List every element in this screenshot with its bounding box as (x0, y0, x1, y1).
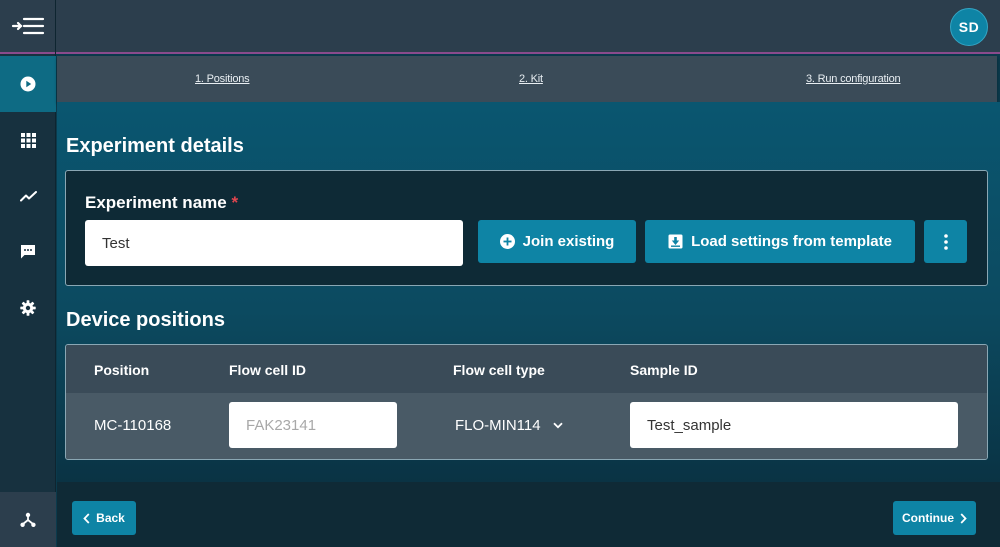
join-existing-label: Join existing (522, 233, 615, 250)
sidebar-item-messages[interactable] (0, 224, 56, 280)
sidebar-item-sequencing-overview[interactable] (0, 112, 56, 168)
step-kit-link[interactable]: 2. Kit (519, 73, 543, 85)
device-positions-heading: Device positions (66, 309, 225, 331)
more-options-button[interactable] (924, 220, 967, 263)
step-run-configuration-link[interactable]: 3. Run configuration (806, 73, 901, 85)
continue-label: Continue (902, 511, 954, 525)
step-positions-link[interactable]: 1. Positions (195, 73, 250, 85)
experiment-name-input[interactable]: Test (85, 220, 463, 266)
back-button[interactable]: Back (72, 501, 136, 535)
menu-expand-icon (11, 17, 44, 35)
experiment-details-card: Experiment name * Test Join existing Loa… (65, 170, 988, 286)
plus-circle-icon (499, 234, 515, 249)
gear-icon (20, 300, 36, 316)
position-cell: MC-110168 (94, 417, 172, 434)
table-header: Position Flow cell ID Flow cell type Sam… (66, 345, 987, 393)
chevron-right-icon (960, 512, 967, 524)
continue-button[interactable]: Continue (893, 501, 976, 535)
join-existing-button[interactable]: Join existing (478, 220, 636, 263)
experiment-details-heading: Experiment details (66, 135, 244, 157)
play-circle-icon (20, 76, 36, 92)
experiment-name-value: Test (102, 234, 130, 252)
sample-id-input[interactable]: Test_sample (630, 402, 958, 448)
sidebar-item-experiments[interactable] (0, 168, 56, 224)
sample-id-value: Test_sample (647, 416, 732, 434)
chevron-down-icon (552, 422, 563, 429)
file-upload-icon (668, 234, 683, 249)
column-header-sample-id: Sample ID (630, 362, 698, 378)
message-icon (21, 245, 35, 259)
flow-cell-id-placeholder: FAK23141 (246, 416, 317, 434)
load-template-label: Load settings from template (691, 233, 892, 250)
grid-icon (20, 132, 36, 148)
flow-cell-type-select[interactable]: FLO-MIN114 (455, 417, 563, 434)
run-setup-stepper: 1. Positions 2. Kit 3. Run configuration (57, 56, 997, 102)
column-header-position: Position (94, 362, 150, 378)
device-positions-table: Position Flow cell ID Flow cell type Sam… (65, 344, 988, 460)
experiment-name-label-text: Experiment name (85, 193, 227, 212)
back-label: Back (96, 511, 125, 525)
sidebar-item-start[interactable] (0, 56, 56, 112)
flow-cell-id-input[interactable]: FAK23141 (229, 402, 397, 448)
flow-cell-type-value: FLO-MIN114 (455, 417, 541, 434)
sidebar-item-connections[interactable] (0, 492, 56, 547)
network-icon (20, 512, 36, 527)
menu-toggle-button[interactable] (0, 0, 55, 54)
experiment-name-label: Experiment name * (85, 193, 238, 213)
column-header-flow-cell-type: Flow cell type (453, 362, 545, 378)
column-header-flow-cell-id: Flow cell ID (229, 362, 307, 378)
footer-bar: Back Continue (57, 482, 1000, 547)
user-avatar[interactable]: SD (950, 8, 988, 46)
required-marker: * (231, 193, 239, 212)
top-bar: SD (56, 0, 1000, 54)
sidebar (0, 0, 56, 547)
more-vertical-icon (943, 233, 948, 250)
chevron-left-icon (83, 512, 90, 524)
main-content: Experiment details Experiment name * Tes… (57, 102, 1000, 482)
load-settings-from-template-button[interactable]: Load settings from template (645, 220, 915, 263)
table-row: MC-110168 FAK23141 FLO-MIN114 Test_sampl… (66, 393, 987, 459)
sidebar-item-settings[interactable] (0, 280, 56, 336)
trending-up-icon (19, 190, 37, 201)
